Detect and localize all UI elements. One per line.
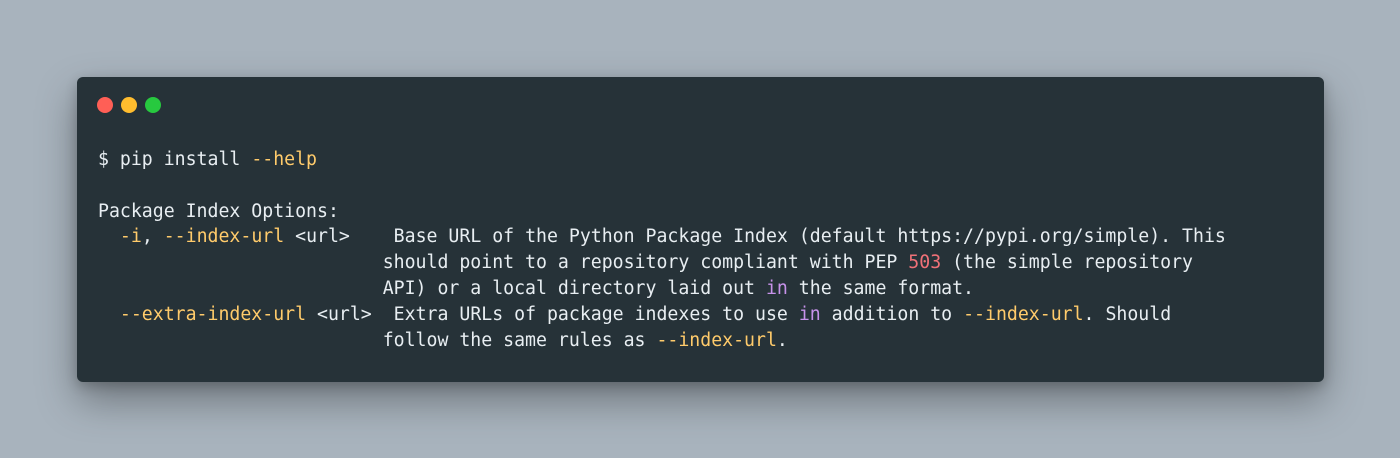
opt2-desc-flag: --index-url — [963, 303, 1084, 325]
opt2-desc-l2b: . — [776, 329, 788, 351]
opt2-desc-l1c: . Should — [1083, 303, 1172, 325]
opt1-short: -i — [119, 226, 142, 248]
opt2-desc-flag-2: --index-url — [656, 329, 777, 351]
maximize-dot-icon[interactable] — [145, 97, 161, 113]
terminal-output: $ pip install --help Package Index Option… — [98, 147, 1226, 353]
option-extra-index-url-line1: --extra-index-url <url> Extra URLs of pa… — [98, 302, 1226, 328]
window-controls — [97, 97, 161, 113]
opt1-sep: , — [141, 226, 164, 248]
option-index-url-line2: should point to a repository compliant w… — [98, 250, 1226, 276]
opt2-arg: <url> — [306, 303, 394, 325]
opt2-long: --extra-index-url — [119, 303, 307, 325]
opt1-desc-l2a: should point to a repository compliant w… — [382, 252, 909, 274]
option-extra-index-url-line2: follow the same rules as --index-url. — [98, 328, 1226, 354]
opt1-long: --index-url — [163, 226, 285, 248]
close-dot-icon[interactable] — [97, 97, 113, 113]
opt1-desc-line1: Base URL of the Python Package Index (de… — [393, 226, 1226, 248]
pep-number: 503 — [908, 252, 942, 274]
prompt: $ — [98, 149, 120, 170]
command-flag: --help — [251, 149, 318, 170]
opt2-desc-l1a: Extra URLs of package indexes to use — [393, 303, 799, 325]
opt1-arg: <url> — [284, 226, 394, 248]
opt1-desc-l2b: (the simple repository — [941, 252, 1194, 274]
opt1-desc-l3a: API) or a local directory laid out — [382, 277, 766, 299]
opt2-desc-l2a: follow the same rules as — [382, 329, 657, 351]
opt2-desc-l1b: addition to — [820, 303, 964, 325]
option-index-url-line3: API) or a local directory laid out in th… — [98, 276, 1226, 302]
command-text: pip install — [119, 149, 252, 170]
option-index-url-line1: -i, --index-url <url> Base URL of the Py… — [98, 224, 1226, 250]
terminal-window: $ pip install --help Package Index Option… — [77, 77, 1324, 382]
opt1-desc-l3b: the same format. — [787, 277, 975, 299]
keyword-in: in — [765, 277, 788, 299]
minimize-dot-icon[interactable] — [121, 97, 137, 113]
command-line: $ pip install --help — [98, 147, 1226, 173]
keyword-in-2: in — [798, 303, 821, 325]
section-header: Package Index Options: — [98, 200, 339, 222]
